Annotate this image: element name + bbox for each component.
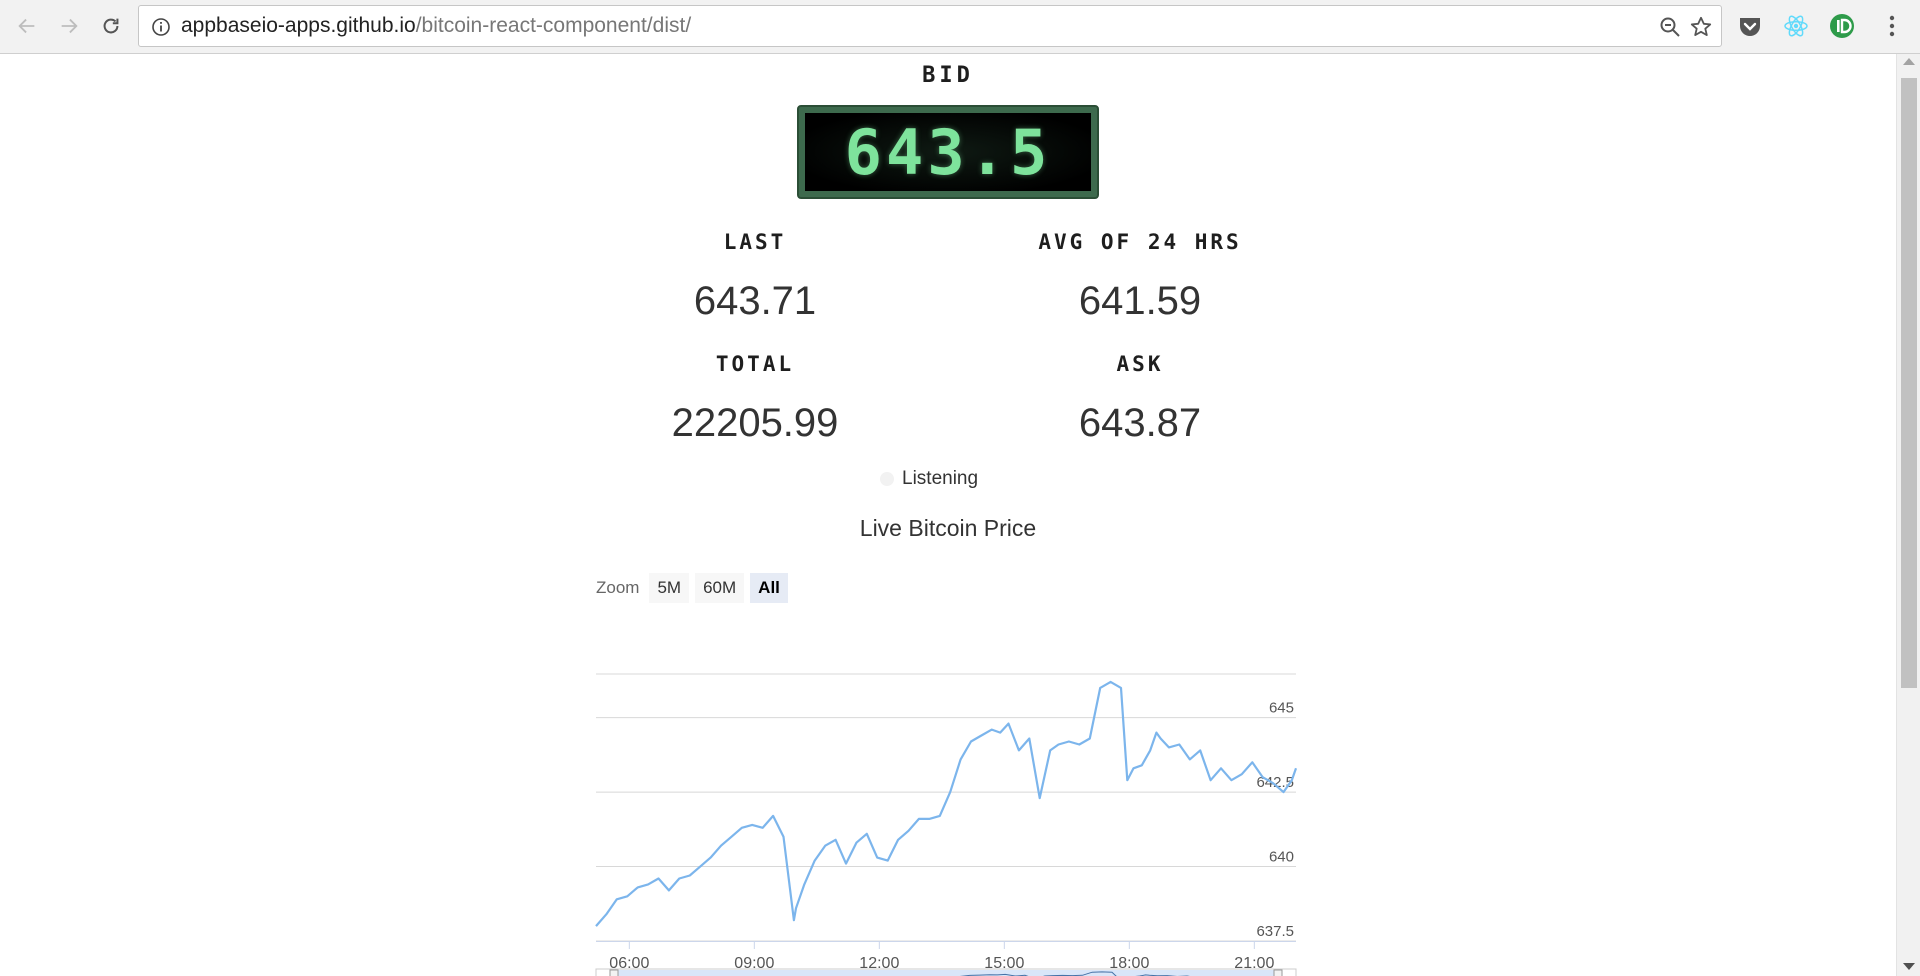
reload-button[interactable] [96, 11, 126, 41]
scroll-up-arrow[interactable] [1903, 58, 1915, 65]
status-text: Listening [902, 468, 979, 489]
arrow-left-icon [18, 18, 35, 34]
browser-toolbar: appbaseio-apps.github.io/bitcoin-react-c… [0, 0, 1920, 54]
connection-status: Listening [880, 467, 978, 491]
forward-button[interactable] [54, 11, 84, 41]
zoom-controls: Zoom 5M 60M All [596, 572, 788, 604]
zoom-label: Zoom [596, 578, 640, 597]
y-tick-label: 640 [1269, 849, 1294, 866]
react-icon [1784, 15, 1808, 37]
arrow-right-icon [61, 18, 78, 34]
green-extension-button[interactable] [1828, 12, 1856, 40]
navigator-handle-left [609, 969, 619, 976]
kebab-menu-icon [1889, 15, 1895, 37]
bookmark-star-icon[interactable] [1689, 15, 1713, 39]
page-content: BID 643.5 LAST 643.71 AVG OF 24 HRS 641.… [0, 55, 1896, 976]
bid-value: 643.5 [844, 115, 1052, 189]
url-host: appbaseio-apps.github.io [181, 14, 416, 37]
price-chart[interactable]: 637.5640642.564506:00 09:00 12:00 15:00 18:0… [590, 615, 1302, 976]
zoom-all-button[interactable]: All [750, 573, 788, 603]
ask-label: ASK [1116, 352, 1164, 376]
url-path: /bitcoin-react-component/dist/ [415, 14, 692, 37]
last-value: 643.71 [693, 279, 817, 323]
page-scrollbar[interactable] [1896, 54, 1920, 976]
extension-badge-icon [1830, 14, 1854, 38]
total-value: 22205.99 [671, 401, 839, 445]
pocket-icon [1740, 18, 1760, 36]
ask-value: 643.87 [1078, 401, 1202, 445]
info-icon[interactable] [151, 17, 171, 37]
price-series-line [595, 680, 1298, 927]
navigator-selection [614, 970, 1278, 976]
last-label: LAST [723, 230, 787, 254]
avg-24h-label: AVG OF 24 HRS [1038, 230, 1242, 254]
react-devtools-extension-button[interactable] [1782, 12, 1810, 40]
y-tick-label: 637.5 [1256, 923, 1294, 940]
bid-label: BID [922, 63, 974, 88]
scroll-thumb[interactable] [1901, 78, 1917, 688]
total-label: TOTAL [715, 352, 795, 376]
scroll-down-arrow[interactable] [1903, 963, 1915, 970]
url-text: appbaseio-apps.github.io/bitcoin-react-c… [181, 6, 691, 46]
browser-menu-button[interactable] [1878, 12, 1906, 40]
navigator-handle-right [1273, 969, 1283, 976]
reload-icon [103, 18, 119, 34]
zoom-5m-button[interactable]: 5M [649, 573, 690, 603]
zoom-60m-button[interactable]: 60M [695, 573, 745, 603]
pocket-extension-button[interactable] [1736, 12, 1764, 40]
avg-24h-value: 641.59 [1078, 279, 1202, 323]
address-bar[interactable]: appbaseio-apps.github.io/bitcoin-react-c… [138, 5, 1722, 47]
zoom-icon[interactable] [1659, 16, 1681, 38]
status-dot-icon [880, 472, 894, 486]
bid-display-screen: 643.5 [805, 113, 1091, 191]
bid-display: 643.5 [797, 105, 1099, 199]
y-tick-label: 645 [1269, 700, 1294, 717]
back-button[interactable] [12, 11, 42, 41]
chart-title: Live Bitcoin Price [859, 515, 1037, 541]
